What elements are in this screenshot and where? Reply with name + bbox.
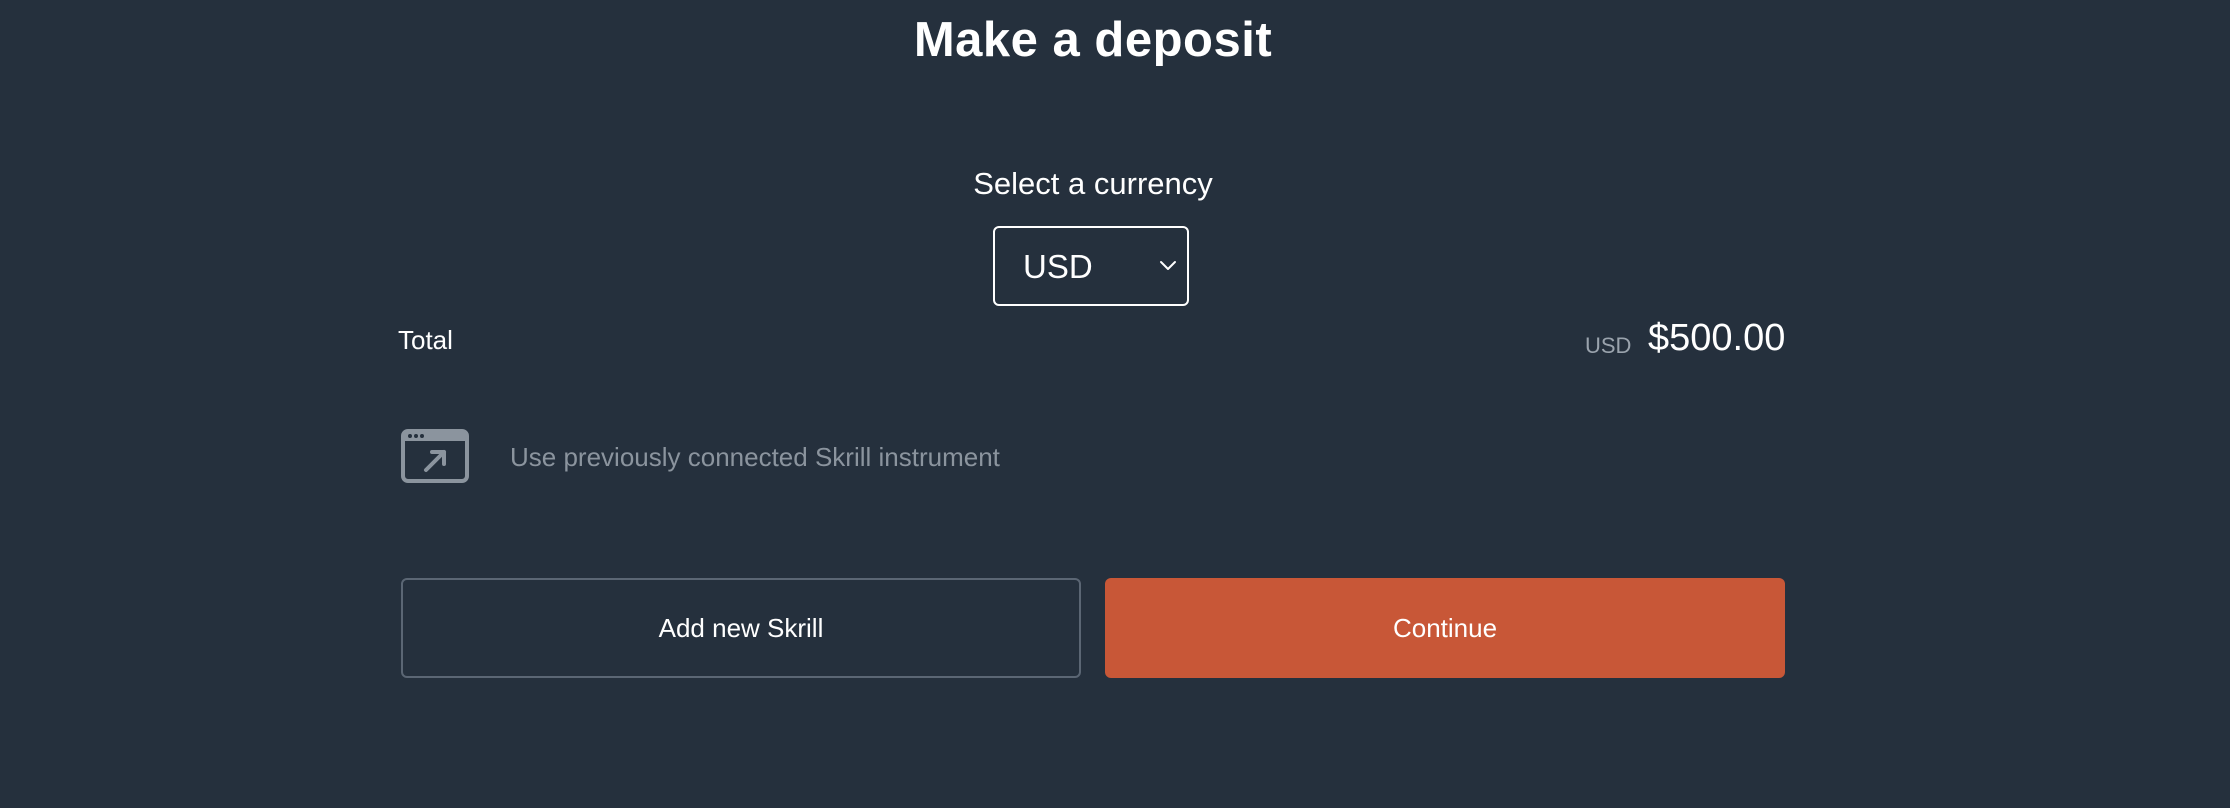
page-title: Make a deposit xyxy=(913,13,1273,67)
add-new-skrill-button[interactable]: Add new Skrill xyxy=(401,578,1081,678)
use-previous-instrument-option[interactable]: Use previously connected Skrill instrume… xyxy=(398,428,1198,484)
total-label: Total xyxy=(398,325,453,355)
total-amount: $500.00 xyxy=(1648,317,1786,359)
currency-select[interactable]: USD xyxy=(993,226,1189,306)
continue-button[interactable]: Continue xyxy=(1105,578,1785,678)
chevron-down-icon xyxy=(1160,261,1176,270)
currency-selected-value: USD xyxy=(1023,248,1093,285)
total-currency: USD xyxy=(1585,333,1632,358)
currency-label: Select a currency xyxy=(973,166,1213,201)
use-previous-instrument-label: Use previously connected Skrill instrume… xyxy=(510,442,1000,472)
external-window-icon xyxy=(401,429,469,483)
deposit-page: Make a deposit Select a currency USD Tot… xyxy=(0,0,2230,808)
